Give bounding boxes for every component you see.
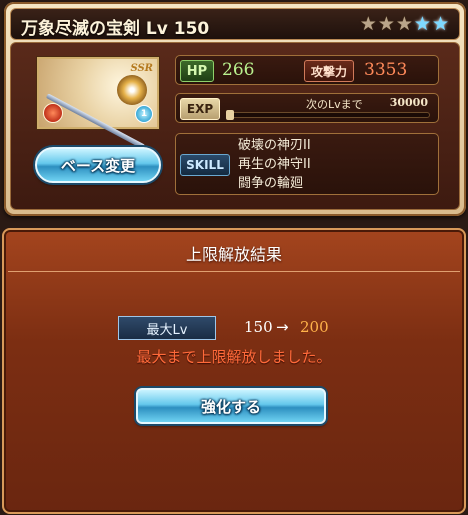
uncap-result-panel: 上限解放結果 最大Lv 150 → 200 最大まで上限解放しました。 強化する <box>2 228 466 514</box>
enhance-button[interactable]: 強化する <box>136 388 326 424</box>
weapon-title-bar: 万象尽滅の宝剣 Lv 150 ★ ★ ★ ★ ★ <box>10 8 460 40</box>
star-icon: ★ <box>359 13 377 35</box>
weapon-details: SSR 1 ベース変更 HP 266 攻撃力 3353 EXP 次のLvまで 3… <box>10 42 460 210</box>
uncap-stars: ★ ★ ★ ★ ★ <box>360 14 449 34</box>
skill-list: 破壊の神刃II 再生の神守II 闘争の輪廻 <box>238 136 311 193</box>
exp-progress-knob <box>226 110 234 120</box>
sword-guard-icon <box>117 75 147 105</box>
exp-next-value: 30000 <box>389 96 428 109</box>
exp-next-label: 次のLvまで <box>306 98 363 111</box>
result-title: 上限解放結果 <box>185 244 282 264</box>
exp-progress-bar <box>226 112 430 118</box>
water-skill-icon: 1 <box>135 105 153 123</box>
level-to: 200 <box>300 318 329 336</box>
change-base-button[interactable]: ベース変更 <box>35 147 161 183</box>
skill-item: 破壊の神刃II <box>238 138 311 153</box>
level-from: 150 <box>244 318 273 336</box>
skill-row: SKILL 破壊の神刃II 再生の神守II 闘争の輪廻 <box>175 133 439 195</box>
uncap-notice: 最大まで上限解放しました。 <box>136 348 332 366</box>
skill-item: 闘争の輪廻 <box>238 176 304 191</box>
hp-label: HP <box>180 60 214 82</box>
result-header: 上限解放結果 <box>8 234 460 272</box>
hp-value: 266 <box>222 60 255 80</box>
star-icon: ★ <box>395 13 413 35</box>
exp-row: EXP 次のLvまで 30000 <box>175 93 439 123</box>
exp-label: EXP <box>180 98 220 120</box>
weapon-portrait[interactable]: SSR 1 <box>37 57 159 150</box>
fire-element-icon <box>43 103 63 123</box>
attack-label: 攻撃力 <box>304 60 354 82</box>
stats-row: HP 266 攻撃力 3353 <box>175 55 439 85</box>
arrow-icon: → <box>276 318 289 336</box>
skill-item: 再生の神守II <box>238 157 311 172</box>
weapon-title: 万象尽滅の宝剣 Lv 150 <box>21 19 210 39</box>
star-icon: ★ <box>431 13 449 35</box>
max-level-label: 最大Lv <box>118 316 216 340</box>
weapon-card: 万象尽滅の宝剣 Lv 150 ★ ★ ★ ★ ★ SSR 1 ベース変更 HP … <box>4 2 466 216</box>
skill-label: SKILL <box>180 154 230 176</box>
star-icon: ★ <box>377 13 395 35</box>
star-icon: ★ <box>413 13 431 35</box>
rarity-badge: SSR <box>130 63 153 74</box>
attack-value: 3353 <box>364 60 408 80</box>
